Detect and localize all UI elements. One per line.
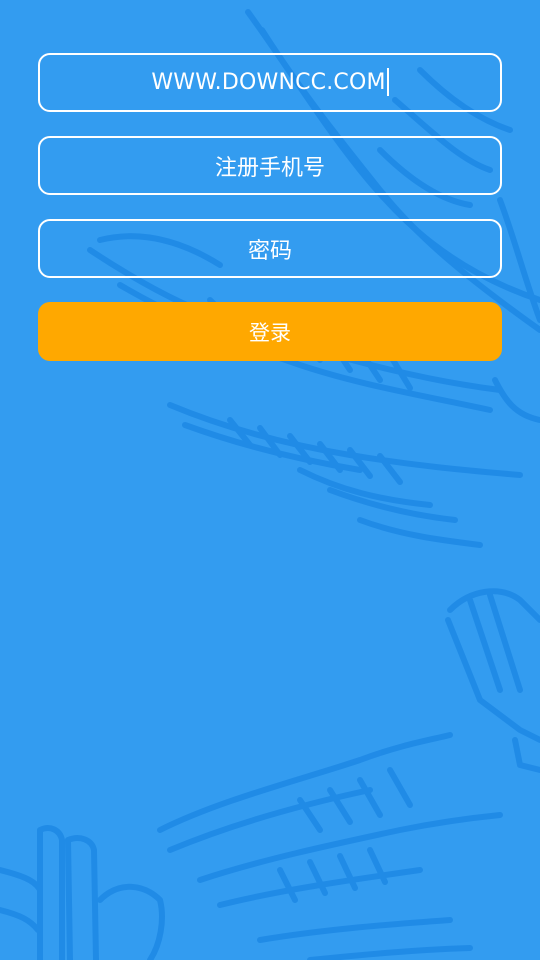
url-input-value: WWW.DOWNCC.COM xyxy=(151,70,386,95)
phone-input[interactable]: 注册手机号 xyxy=(38,136,502,195)
text-cursor xyxy=(386,67,389,96)
login-form: WWW.DOWNCC.COM 注册手机号 密码 登录 xyxy=(38,53,502,361)
phone-input-placeholder: 注册手机号 xyxy=(214,155,325,181)
password-input[interactable]: 密码 xyxy=(38,219,502,278)
login-button[interactable]: 登录 xyxy=(38,302,502,361)
password-input-placeholder: 密码 xyxy=(247,238,292,264)
url-input[interactable]: WWW.DOWNCC.COM xyxy=(38,53,502,112)
login-button-label: 登录 xyxy=(249,320,291,345)
